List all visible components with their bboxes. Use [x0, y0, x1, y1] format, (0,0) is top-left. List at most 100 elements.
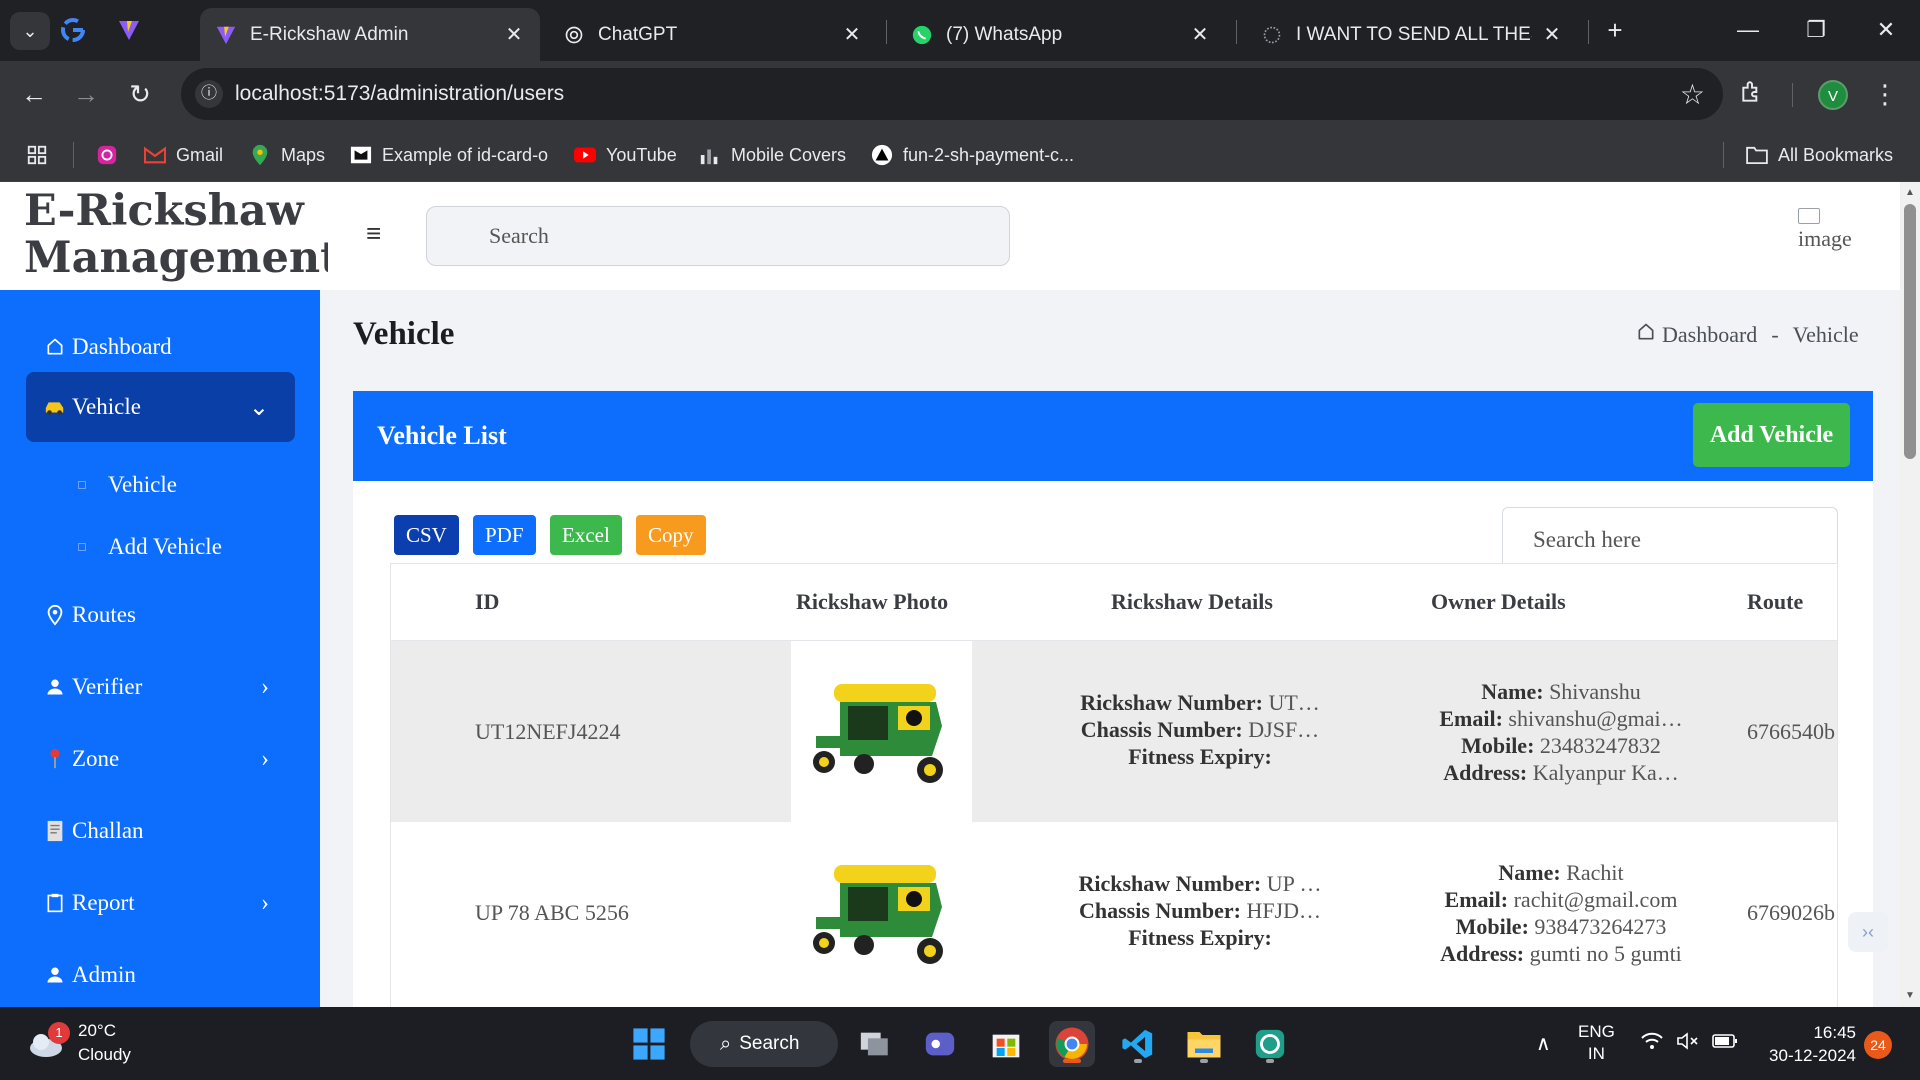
export-excel-button[interactable]: Excel: [550, 515, 622, 555]
owner-mobile-line: Mobile: 938473264273: [1421, 913, 1701, 940]
scroll-up-icon[interactable]: ▲: [1904, 187, 1916, 199]
sidebar-item-verifier[interactable]: Verifier ›: [26, 652, 295, 722]
battery-icon[interactable]: [1712, 1031, 1738, 1056]
address-bar[interactable]: ⓘ localhost:5173/administration/users ☆: [181, 68, 1723, 120]
weather-widget[interactable]: 1 20°C Cloudy: [26, 1019, 131, 1067]
sidebar-subitem-add-vehicle[interactable]: Add Vehicle: [78, 527, 222, 567]
all-bookmarks-button[interactable]: All Bookmarks: [1746, 141, 1893, 169]
file-explorer-icon[interactable]: [1181, 1021, 1227, 1067]
tab-send-all[interactable]: I WANT TO SEND ALL THESE F ✕: [1246, 8, 1578, 61]
task-view-icon[interactable]: [852, 1021, 898, 1067]
volume-muted-icon[interactable]: [1676, 1031, 1700, 1056]
sidebar-item-report[interactable]: Report ›: [26, 868, 295, 938]
tab-search-dropdown[interactable]: ⌄: [10, 12, 50, 50]
minimize-icon[interactable]: —: [1728, 12, 1768, 48]
chassis-number-label: Chassis Number:: [1078, 898, 1241, 923]
sidebar-item-vehicle[interactable]: Vehicle ⌄: [26, 372, 295, 442]
notification-badge[interactable]: 24: [1864, 1031, 1892, 1059]
card-header: Vehicle List Add Vehicle: [353, 391, 1873, 481]
tray-overflow-icon[interactable]: ∧: [1536, 1031, 1551, 1056]
page-scrollbar[interactable]: ▲ ▼: [1900, 182, 1920, 1007]
profile-avatar[interactable]: V: [1818, 80, 1848, 110]
chrome-taskbar-icon[interactable]: [1049, 1021, 1095, 1067]
scrollbar-thumb[interactable]: [1904, 204, 1916, 459]
column-header-rickshaw-details[interactable]: Rickshaw Details: [1111, 589, 1273, 615]
copy-button[interactable]: Copy: [636, 515, 706, 555]
user-avatar[interactable]: image: [1798, 208, 1868, 268]
bookmark-separator: [1723, 142, 1724, 168]
new-tab-button[interactable]: +: [1600, 15, 1630, 45]
owner-email-label: Email:: [1444, 887, 1509, 912]
bookmark-separator: [73, 142, 74, 168]
windows-start-icon[interactable]: [626, 1021, 672, 1067]
vscode-icon[interactable]: [1115, 1021, 1161, 1067]
bookmark-id-card[interactable]: Example of id-card-o: [350, 141, 548, 169]
apps-grid-icon[interactable]: [26, 141, 48, 169]
bookmark-payment[interactable]: fun-2-sh-payment-c...: [871, 141, 1074, 169]
bookmark-instagram[interactable]: [96, 141, 128, 169]
back-icon[interactable]: ←: [14, 74, 54, 114]
add-vehicle-button[interactable]: Add Vehicle: [1693, 403, 1850, 467]
sidebar-item-admin[interactable]: Admin: [26, 940, 295, 1007]
input-language[interactable]: ENG IN: [1578, 1021, 1615, 1065]
rickshaw-photo: [791, 822, 972, 1003]
weather-desc: Cloudy: [78, 1045, 131, 1064]
whatsapp-taskbar-icon[interactable]: [1247, 1021, 1293, 1067]
export-pdf-button[interactable]: PDF: [473, 515, 536, 555]
column-header-id[interactable]: ID: [475, 589, 499, 615]
sidebar-item-routes[interactable]: Routes: [26, 580, 295, 650]
site-info-icon[interactable]: ⓘ: [195, 80, 223, 108]
chevron-right-icon: ›: [261, 745, 269, 772]
export-csv-button[interactable]: CSV: [394, 515, 459, 555]
chevron-down-icon: ⌄: [248, 394, 269, 421]
global-search-input[interactable]: [426, 206, 1010, 266]
sidebar-item-challan[interactable]: Challan: [26, 796, 295, 866]
owner-mobile: 23483247832: [1539, 733, 1661, 758]
reload-icon[interactable]: ↻: [120, 74, 160, 114]
close-icon[interactable]: ✕: [1540, 23, 1564, 47]
bookmark-youtube[interactable]: YouTube: [574, 141, 677, 169]
column-header-owner-details[interactable]: Owner Details: [1431, 589, 1566, 615]
close-icon[interactable]: ✕: [1188, 23, 1212, 47]
chassis-number: DJSF…: [1248, 717, 1320, 742]
tab-chatgpt[interactable]: ChatGPT ✕: [548, 8, 878, 61]
bookmark-mobile-covers[interactable]: Mobile Covers: [699, 141, 846, 169]
collapse-panel-icon[interactable]: ›‹: [1848, 912, 1888, 952]
table-row[interactable]: UT12NEFJ4224 Rickshaw Number: UT… Chassi…: [391, 641, 1837, 822]
breadcrumb-home-link[interactable]: Dashboard: [1662, 322, 1757, 348]
forward-icon[interactable]: →: [66, 74, 106, 114]
brand-line-2: Management: [24, 233, 340, 283]
pinned-tab-google[interactable]: [58, 15, 88, 45]
window-close-icon[interactable]: ✕: [1866, 12, 1906, 48]
extensions-icon[interactable]: [1737, 79, 1767, 109]
bookmark-gmail[interactable]: Gmail: [144, 141, 223, 169]
owner-email: rachit@gmail.com: [1513, 887, 1678, 912]
browser-tab-bar: ⌄ E-Rickshaw Admin ✕ ChatGPT ✕ (7) Whats…: [0, 0, 1920, 61]
meet-icon[interactable]: [917, 1021, 963, 1067]
bookmark-label: Example of id-card-o: [382, 144, 549, 165]
tab-erickshaw-admin[interactable]: E-Rickshaw Admin ✕: [200, 8, 540, 61]
owner-email-line: Email: shivanshu@gmai…: [1421, 705, 1701, 732]
bookmark-maps[interactable]: Maps: [249, 141, 325, 169]
close-icon[interactable]: ✕: [840, 23, 864, 47]
owner-details-cell: Name: Shivanshu Email: shivanshu@gmai… M…: [1421, 678, 1701, 786]
sidebar-subitem-vehicle[interactable]: Vehicle: [78, 465, 177, 505]
store-icon[interactable]: [983, 1021, 1029, 1067]
column-header-route[interactable]: Route: [1747, 589, 1803, 615]
hamburger-menu-icon[interactable]: ≡: [366, 218, 381, 249]
scroll-down-icon[interactable]: ▼: [1904, 990, 1916, 1002]
close-icon[interactable]: ✕: [502, 23, 526, 47]
taskbar-search[interactable]: ⌕ Search: [690, 1021, 838, 1067]
sidebar-item-zone[interactable]: Zone ›: [26, 724, 295, 794]
brand-logo[interactable]: E-Rickshaw Management: [0, 182, 340, 290]
wifi-icon[interactable]: [1640, 1031, 1664, 1056]
bookmark-star-icon[interactable]: ☆: [1680, 78, 1705, 111]
table-row[interactable]: UP 78 ABC 5256 Rickshaw Number: UP … Cha…: [391, 822, 1837, 1003]
system-clock[interactable]: 16:45 30-12-2024: [1756, 1021, 1856, 1067]
column-header-photo[interactable]: Rickshaw Photo: [796, 589, 948, 615]
lang-line-1: ENG: [1578, 1022, 1615, 1041]
tab-whatsapp[interactable]: (7) WhatsApp ✕: [896, 8, 1226, 61]
menu-kebab-icon[interactable]: ⋮: [1872, 79, 1898, 109]
restore-icon[interactable]: ❐: [1796, 12, 1836, 48]
pinned-tab-vite[interactable]: [114, 15, 144, 45]
